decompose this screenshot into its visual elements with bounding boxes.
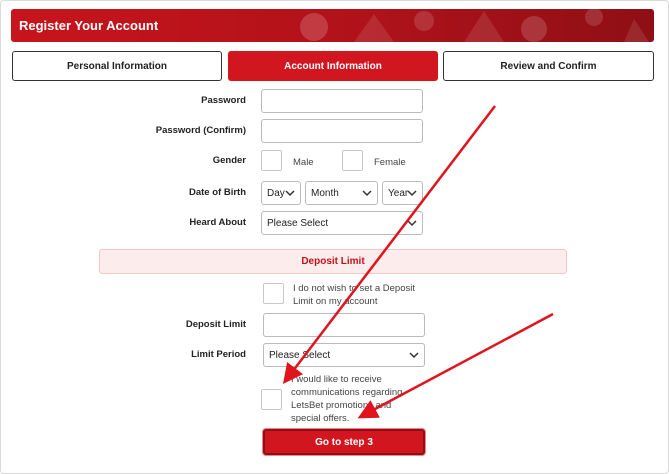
no-deposit-limit-text: I do not wish to set a Deposit Limit on … [293,283,415,307]
password-confirm-label: Password (Confirm) [155,125,246,136]
limit-period-label: Limit Period [191,349,246,360]
gender-male-checkbox[interactable] [261,150,282,171]
limit-period-select[interactable]: Please Select [263,343,425,367]
tab-personal-information[interactable]: Personal Information [12,51,222,81]
gender-male-label: Male [293,157,314,168]
password-field[interactable] [261,89,423,113]
chevron-down-icon [407,190,417,197]
gender-female-checkbox[interactable] [342,150,363,171]
no-deposit-limit-checkbox[interactable] [263,283,284,304]
promotions-optin-text: I would like to receive communications r… [291,374,403,424]
gender-label: Gender [212,155,246,166]
chevron-down-icon [362,190,372,197]
date-of-birth-label: Date of Birth [189,187,246,198]
limit-period-value: Please Select [269,349,331,361]
password-confirm-field[interactable] [261,119,423,143]
password-label: Password [201,95,246,106]
deposit-limit-section-header: Deposit Limit [99,249,567,274]
dob-month-select[interactable]: Month [305,181,378,205]
dob-month-value: Month [311,187,339,199]
tab-review-and-confirm[interactable]: Review and Confirm [443,51,654,81]
deposit-limit-label: Deposit Limit [185,319,246,330]
chevron-down-icon [285,190,295,197]
dob-year-select[interactable]: Year [382,181,423,205]
sports-players-banner-graphic [300,9,649,42]
chevron-down-icon [409,352,419,359]
dob-day-select[interactable]: Day [261,181,301,205]
registration-header: Register Your Account [11,9,654,42]
page-title: Register Your Account [19,18,159,33]
dob-year-value: Year [388,187,408,199]
deposit-limit-field[interactable] [263,313,425,337]
heard-about-value: Please Select [267,217,329,229]
heard-about-label: Heard About [189,217,246,228]
promotions-optin-checkbox[interactable] [261,389,282,410]
dob-day-value: Day [267,187,285,199]
heard-about-select[interactable]: Please Select [261,211,423,235]
chevron-down-icon [407,220,417,227]
gender-female-label: Female [374,157,406,168]
go-to-step-3-button[interactable]: Go to step 3 [263,429,425,455]
tab-account-information[interactable]: Account Information [228,51,438,81]
